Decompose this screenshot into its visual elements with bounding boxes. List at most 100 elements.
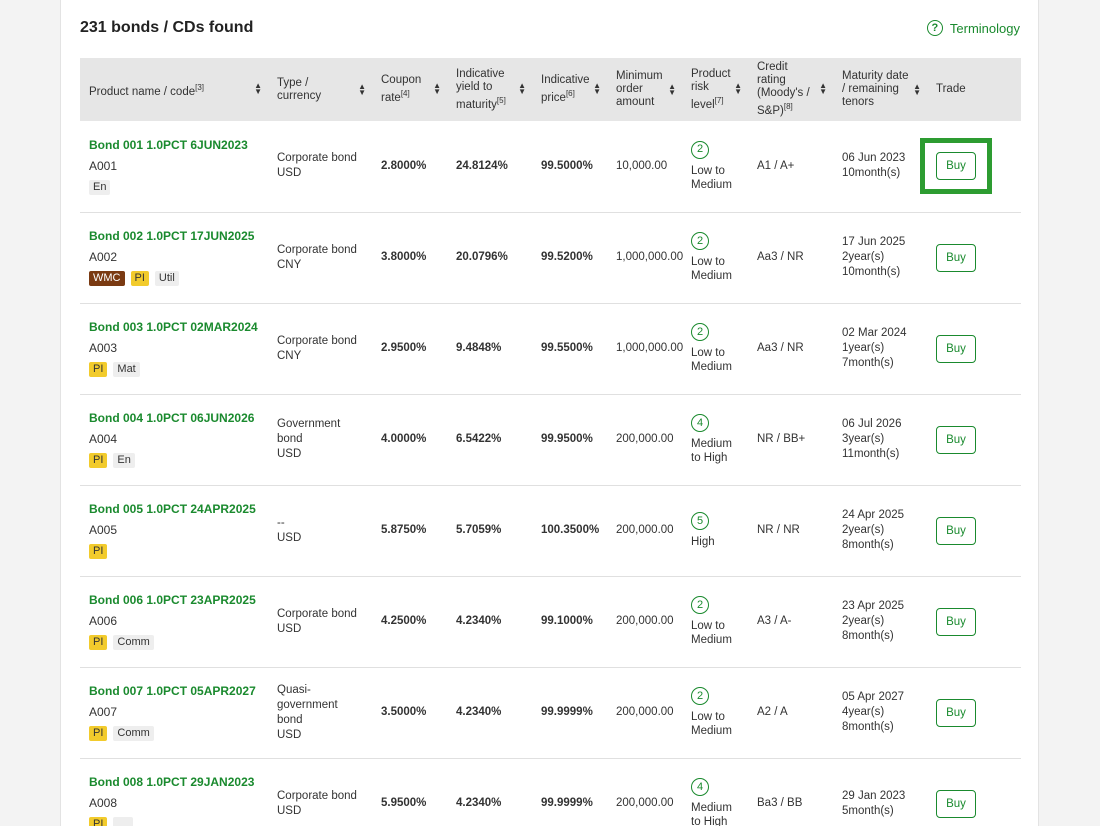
risk-level-cell: 2 Low to Medium <box>682 121 748 212</box>
coupon-rate: 3.5000% <box>381 706 427 718</box>
maturity-cell: 24 Apr 2025 2year(s) 8month(s) <box>833 485 927 576</box>
type-currency-cell: Corporate bond CNY <box>268 303 372 394</box>
indicative-price: 99.1000% <box>541 615 593 627</box>
risk-level-label: Low to Medium <box>691 256 732 282</box>
indicative-yield: 24.8124% <box>456 159 508 172</box>
credit-rating: NR / BB+ <box>757 433 806 445</box>
product-name-link[interactable]: Bond 002 1.0PCT 17JUN2025 <box>89 229 262 243</box>
table-body: Bond 001 1.0PCT 6JUN2023 A001 En Corporate … <box>80 121 1021 826</box>
sort-icon[interactable]: ▲ ▼ <box>593 82 601 96</box>
column-header-4[interactable]: Indicative price[6] ▲ ▼ <box>532 58 607 121</box>
column-header-7[interactable]: Credit rating (Moody's / S&P)[8] ▲ ▼ <box>748 58 833 121</box>
column-header-label: Product name / code[3] <box>89 81 204 99</box>
sort-icon[interactable]: ▲ ▼ <box>358 82 366 96</box>
type-currency-cell: Corporate bond USD <box>268 758 372 826</box>
risk-level-label: Low to Medium <box>691 711 732 737</box>
product-tags: PI <box>89 544 262 559</box>
help-icon: ? <box>926 20 943 36</box>
maturity-date: 06 Jul 2026 <box>842 418 902 430</box>
buy-button[interactable]: Buy <box>936 789 976 818</box>
footnote-ref[interactable]: [7] <box>715 96 724 105</box>
sort-icon[interactable]: ▲ ▼ <box>913 82 921 96</box>
footnote-ref[interactable]: [5] <box>497 96 506 105</box>
product-cell: Bond 007 1.0PCT 05APR2027 A007 PI Comm <box>80 667 268 758</box>
product-tag: Util <box>154 271 179 286</box>
maturity-cell: 06 Jun 2023 10month(s) <box>833 121 927 212</box>
terminology-link[interactable]: ? Terminology <box>926 20 1020 36</box>
product-name-link[interactable]: Bond 008 1.0PCT 29JAN2023 <box>89 775 262 789</box>
buy-button[interactable]: Buy <box>936 334 976 363</box>
risk-level-label: Low to Medium <box>691 620 732 646</box>
bond-type: -- <box>277 516 285 529</box>
product-cell: Bond 008 1.0PCT 29JAN2023 A008 PI <box>80 758 268 826</box>
product-cell: Bond 006 1.0PCT 23APR2025 A006 PI Comm <box>80 576 268 667</box>
indicative-price: 99.9500% <box>541 433 593 445</box>
column-header-label: Trade <box>936 83 966 96</box>
credit-rating: A1 / A+ <box>757 159 795 172</box>
footnote-ref[interactable]: [3] <box>195 83 204 92</box>
product-tag: PI <box>130 271 149 286</box>
indicative-price: 100.3500% <box>541 524 600 536</box>
buy-button[interactable]: Buy <box>936 243 976 272</box>
column-header-1[interactable]: Type / currency ▲ ▼ <box>268 58 372 121</box>
product-tags: PI <box>89 817 262 826</box>
sort-icon[interactable]: ▲ ▼ <box>734 82 742 96</box>
buy-frame: Buy <box>936 698 976 727</box>
column-header-2[interactable]: Coupon rate[4] ▲ ▼ <box>372 58 447 121</box>
risk-level-cell: 2 Low to Medium <box>682 576 748 667</box>
indicative-price: 99.5500% <box>541 342 593 354</box>
column-header-0[interactable]: Product name / code[3] ▲ ▼ <box>80 58 268 121</box>
footnote-ref[interactable]: [6] <box>566 89 575 98</box>
type-currency-cell: Quasi-government bond USD <box>268 667 372 758</box>
buy-button[interactable]: Buy <box>936 516 976 545</box>
product-name-link[interactable]: Bond 006 1.0PCT 23APR2025 <box>89 593 262 607</box>
product-name-link[interactable]: Bond 001 1.0PCT 6JUN2023 <box>89 138 262 152</box>
sort-icon[interactable]: ▲ ▼ <box>668 82 676 96</box>
risk-level-badge: 4 <box>691 778 709 796</box>
risk-level-cell: 5 High <box>682 485 748 576</box>
product-name-link[interactable]: Bond 007 1.0PCT 05APR2027 <box>89 684 262 698</box>
footnote-ref[interactable]: [4] <box>401 89 410 98</box>
currency: USD <box>277 804 302 817</box>
footnote-ref[interactable]: [8] <box>784 102 793 111</box>
product-name-link[interactable]: Bond 003 1.0PCT 02MAR2024 <box>89 320 262 334</box>
currency: USD <box>277 448 302 460</box>
currency: USD <box>277 531 302 544</box>
type-currency-cell: Corporate bond USD <box>268 121 372 212</box>
column-header-6[interactable]: Product risk level[7] ▲ ▼ <box>682 58 748 121</box>
product-name-link[interactable]: Bond 005 1.0PCT 24APR2025 <box>89 502 262 516</box>
column-header-3[interactable]: Indicative yield to maturity[5] ▲ ▼ <box>447 58 532 121</box>
column-header-8[interactable]: Maturity date / remaining tenors ▲ ▼ <box>833 58 927 121</box>
column-header-5[interactable]: Minimum order amount ▲ ▼ <box>607 58 682 121</box>
maturity-date: 05 Apr 2027 <box>842 691 905 703</box>
currency: USD <box>277 622 302 635</box>
product-tags: PI Comm <box>89 635 262 650</box>
product-cell: Bond 003 1.0PCT 02MAR2024 A003 PI Mat <box>80 303 268 394</box>
minimum-order-amount: 200,000.00 <box>616 615 674 627</box>
buy-button[interactable]: Buy <box>936 425 976 454</box>
sort-icon[interactable]: ▲ ▼ <box>518 82 526 96</box>
credit-rating: Aa3 / NR <box>757 342 804 354</box>
sort-icon[interactable]: ▲ ▼ <box>433 82 441 96</box>
buy-button[interactable]: Buy <box>936 698 976 727</box>
minimum-order-amount: 200,000.00 <box>616 797 674 809</box>
coupon-rate: 2.8000% <box>381 159 427 172</box>
maturity-date: 29 Jan 2023 <box>842 789 906 802</box>
buy-button[interactable]: Buy <box>936 607 976 636</box>
sort-icon[interactable]: ▲ ▼ <box>254 82 262 96</box>
remaining-tenor: 2year(s) 8month(s) <box>842 524 894 551</box>
product-code: A004 <box>89 432 118 446</box>
coupon-rate: 5.8750% <box>381 524 427 536</box>
buy-button[interactable]: Buy <box>936 152 976 181</box>
buy-frame: Buy <box>936 425 976 454</box>
product-name-link[interactable]: Bond 004 1.0PCT 06JUN2026 <box>89 411 262 425</box>
column-header-label: Type / currency <box>277 77 355 103</box>
product-tag: WMC <box>89 271 125 286</box>
product-tag: PI <box>89 453 108 468</box>
remaining-tenor: 4year(s) 8month(s) <box>842 706 894 733</box>
sort-icon[interactable]: ▲ ▼ <box>819 82 827 96</box>
column-header-text: Minimum order amount <box>616 70 663 108</box>
maturity-cell: 06 Jul 2026 3year(s) 11month(s) <box>833 394 927 485</box>
product-tag: Comm <box>113 726 154 741</box>
bond-type: Corporate bond <box>277 789 357 802</box>
